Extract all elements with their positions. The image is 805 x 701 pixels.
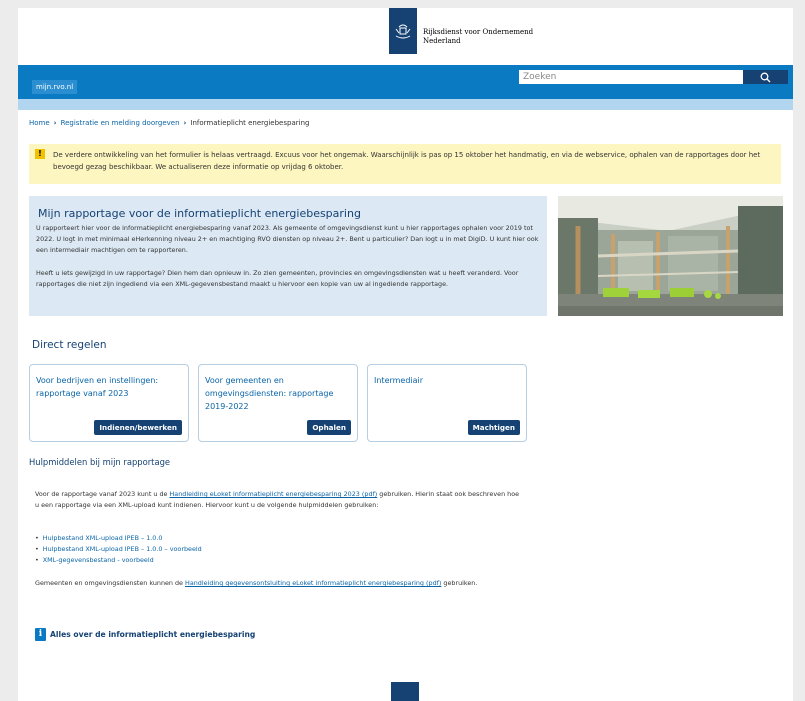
bullet-icon: • — [35, 534, 39, 542]
help-text: gebruiken. — [441, 579, 478, 587]
intro-paragraph-1: U rapporteert hier voor de informatiepli… — [36, 224, 539, 254]
sub-nav-bar — [18, 99, 793, 110]
list-item[interactable]: • Hulpbestand XML-upload IPEB – 1.0.0 – v… — [35, 544, 202, 555]
chevron-right-icon: › — [183, 119, 187, 127]
breadcrumb-parent[interactable]: Registratie en melding doorgeven — [61, 119, 180, 127]
info-icon: i — [35, 628, 46, 641]
rijksoverheid-logo[interactable] — [389, 8, 417, 54]
handleiding-2023-link[interactable]: Handleiding eLoket informatieplicht ener… — [170, 490, 378, 498]
search-input[interactable] — [519, 70, 743, 84]
logo-line-2: Nederland — [423, 37, 461, 45]
info-link[interactable]: i Alles over de informatieplicht energie… — [35, 628, 255, 641]
card-gemeenten[interactable]: Voor gemeenten en omgevingsdiensten: rap… — [198, 364, 358, 442]
card-text[interactable]: Voor gemeenten en omgevingsdiensten: rap… — [205, 374, 353, 413]
page-title: Mijn rapportage voor de informatieplicht… — [38, 207, 361, 220]
home-link[interactable]: mijn.rvo.nl — [32, 80, 78, 94]
breadcrumb-home[interactable]: Home — [29, 119, 50, 127]
ophalen-button[interactable]: Ophalen — [307, 420, 351, 435]
building-interior-photo — [558, 196, 783, 316]
help-paragraph-1: Voor de rapportage vanaf 2023 kunt u de … — [35, 489, 525, 511]
alert-text: De verdere ontwikkeling van het formulie… — [53, 151, 761, 171]
help-text: Gemeenten en omgevingsdiensten kunnen de — [35, 579, 186, 587]
card-text[interactable]: Intermediair — [374, 374, 522, 387]
card-text[interactable]: Voor bedrijven en instellingen: rapporta… — [36, 374, 184, 400]
main-nav: mijn.rvo.nl — [18, 65, 793, 99]
logo-line-1: Rijksdienst voor Ondernemend — [423, 28, 534, 36]
search-button[interactable] — [743, 70, 788, 84]
logo-text: Rijksdienst voor Ondernemend Nederland — [423, 28, 533, 46]
header: Rijksdienst voor Ondernemend Nederland — [18, 8, 793, 64]
bullet-icon: • — [35, 556, 39, 564]
indienen-bewerken-button[interactable]: Indienen/bewerken — [94, 420, 182, 435]
intro-paragraph-2: Heeft u iets gewijzigd in uw rapportage?… — [36, 269, 519, 288]
direct-regelen-title: Direct regelen — [32, 339, 107, 351]
hulpbestand-voorbeeld-link[interactable]: Hulpbestand XML-upload IPEB – 1.0.0 – vo… — [43, 545, 202, 553]
warning-icon: ! — [35, 149, 45, 159]
page: Rijksdienst voor Ondernemend Nederland m… — [18, 8, 793, 701]
breadcrumb: Home › Registratie en melding doorgeven › In… — [29, 119, 309, 127]
card-intermediair[interactable]: Intermediair Machtigen — [367, 364, 527, 442]
chevron-right-icon: › — [53, 119, 57, 127]
breadcrumb-current: Informatieplicht energiebesparing — [190, 119, 310, 127]
card-bedrijven[interactable]: Voor bedrijven en instellingen: rapporta… — [29, 364, 189, 442]
xml-voorbeeld-link[interactable]: XML-gegevensbestand - voorbeeld — [43, 556, 154, 564]
help-links-list: • Hulpbestand XML-upload IPEB – 1.0.0 • Hu… — [35, 533, 202, 566]
machtigen-button[interactable]: Machtigen — [467, 420, 520, 435]
warning-alert: ! De verdere ontwikkeling van het formul… — [29, 144, 781, 184]
help-section-title: Hulpmiddelen bij mijn rapportage — [29, 457, 171, 467]
back-to-top-button[interactable] — [391, 682, 419, 701]
list-item[interactable]: • Hulpbestand XML-upload IPEB – 1.0.0 — [35, 533, 202, 544]
handleiding-gegevensontsluiting-link[interactable]: Handleiding gegevensontsluiting eLoket i… — [185, 579, 441, 587]
search-icon — [760, 72, 771, 82]
intro-panel: Mijn rapportage voor de informatieplicht… — [29, 196, 547, 316]
info-link-label[interactable]: Alles over de informatieplicht energiebe… — [50, 630, 255, 639]
bullet-icon: • — [35, 545, 39, 553]
hulpbestand-link[interactable]: Hulpbestand XML-upload IPEB – 1.0.0 — [43, 534, 163, 542]
help-paragraph-2: Gemeenten en omgevingsdiensten kunnen de… — [35, 578, 545, 589]
coat-of-arms-icon — [395, 24, 411, 39]
list-item[interactable]: • XML-gegevensbestand - voorbeeld — [35, 555, 202, 566]
help-text: Voor de rapportage vanaf 2023 kunt u de — [35, 490, 170, 498]
